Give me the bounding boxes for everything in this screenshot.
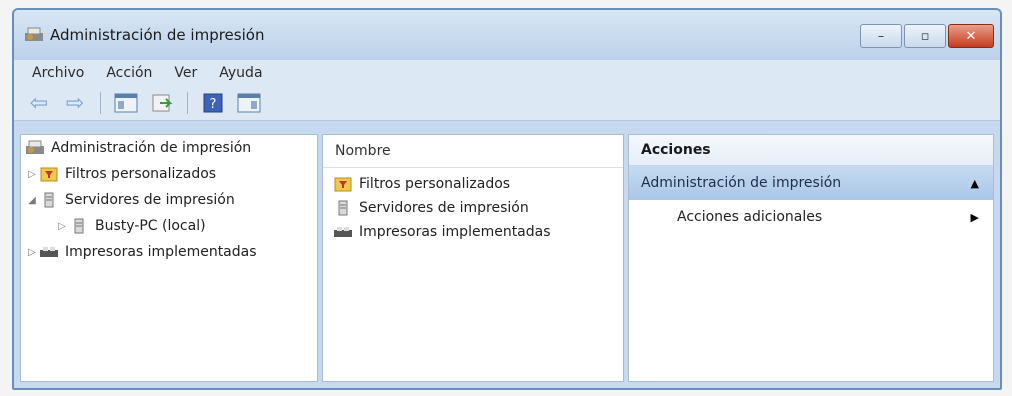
help-icon: ? bbox=[203, 93, 223, 113]
tree-root-label: Administración de impresión bbox=[51, 140, 252, 156]
filter-folder-icon bbox=[334, 177, 352, 192]
show-hide-console-tree-icon bbox=[114, 93, 138, 113]
list-item[interactable]: Servidores de impresión bbox=[323, 196, 623, 220]
more-actions-item[interactable]: Acciones adicionales ▶ bbox=[629, 200, 993, 234]
print-management-icon bbox=[25, 27, 43, 41]
show-hide-action-pane-button[interactable] bbox=[234, 90, 264, 116]
expand-icon[interactable]: ▷ bbox=[55, 221, 69, 232]
column-header-nombre[interactable]: Nombre bbox=[323, 135, 623, 168]
printers-icon bbox=[40, 247, 58, 257]
actions-section-label: Administración de impresión bbox=[641, 175, 842, 191]
minimize-button[interactable]: – bbox=[860, 24, 902, 48]
tree-item-label: Filtros personalizados bbox=[65, 166, 217, 182]
collapse-section-icon[interactable]: ▲ bbox=[971, 177, 979, 190]
tree-item-impresoras[interactable]: ▷ Impresoras implementadas bbox=[21, 239, 317, 265]
forward-arrow-icon: ⇨ bbox=[65, 90, 85, 116]
export-list-button[interactable] bbox=[147, 90, 177, 116]
submenu-arrow-icon: ▶ bbox=[970, 210, 979, 224]
server-icon bbox=[44, 192, 54, 208]
show-hide-action-pane-icon bbox=[237, 93, 261, 113]
toolbar-separator bbox=[187, 92, 188, 114]
server-icon bbox=[74, 218, 84, 234]
results-list: Nombre Filtros personalizados Servidores… bbox=[322, 134, 624, 382]
title-bar[interactable]: Administración de impresión – ▫ ✕ bbox=[14, 10, 1000, 60]
actions-section-print-management[interactable]: Administración de impresión ▲ bbox=[629, 166, 993, 200]
collapse-icon[interactable]: ◢ bbox=[25, 195, 39, 206]
menu-ayuda[interactable]: Ayuda bbox=[219, 65, 262, 81]
app-window: Administración de impresión – ▫ ✕ Archiv… bbox=[12, 8, 1002, 390]
window-controls: – ▫ ✕ bbox=[860, 24, 994, 48]
list-item-label: Filtros personalizados bbox=[359, 176, 511, 192]
printers-icon bbox=[334, 227, 352, 237]
expand-icon[interactable]: ▷ bbox=[25, 247, 39, 258]
server-icon bbox=[338, 200, 348, 216]
list-item-label: Servidores de impresión bbox=[359, 200, 529, 216]
toolbar-separator bbox=[100, 92, 101, 114]
menu-archivo[interactable]: Archivo bbox=[32, 65, 84, 81]
content-panes: Administración de impresión ▷ Filtros pe… bbox=[20, 134, 994, 382]
export-list-icon bbox=[152, 94, 173, 112]
tree-item-busty-pc[interactable]: ▷ Busty-PC (local) bbox=[21, 213, 317, 239]
forward-button[interactable]: ⇨ bbox=[60, 90, 90, 116]
print-management-icon bbox=[26, 140, 44, 154]
list-item[interactable]: Impresoras implementadas bbox=[323, 220, 623, 244]
show-hide-console-tree-button[interactable] bbox=[111, 90, 141, 116]
back-arrow-icon: ⇦ bbox=[29, 90, 49, 116]
console-tree: Administración de impresión ▷ Filtros pe… bbox=[20, 134, 318, 382]
list-item-label: Impresoras implementadas bbox=[359, 224, 551, 240]
back-button[interactable]: ⇦ bbox=[24, 90, 54, 116]
tree-item-label: Busty-PC (local) bbox=[95, 218, 206, 234]
actions-header: Acciones bbox=[629, 135, 993, 166]
menu-ver[interactable]: Ver bbox=[174, 65, 197, 81]
window-title: Administración de impresión bbox=[50, 26, 265, 44]
close-button[interactable]: ✕ bbox=[948, 24, 994, 48]
more-actions-label: Acciones adicionales bbox=[677, 209, 823, 225]
menu-bar: Archivo Acción Ver Ayuda bbox=[14, 60, 1000, 86]
restore-button[interactable]: ▫ bbox=[904, 24, 946, 48]
actions-pane: Acciones Administración de impresión ▲ A… bbox=[628, 134, 994, 382]
tree-item-label: Impresoras implementadas bbox=[65, 244, 257, 260]
tree-root[interactable]: Administración de impresión bbox=[21, 135, 317, 161]
expand-icon[interactable]: ▷ bbox=[25, 169, 39, 180]
menu-accion[interactable]: Acción bbox=[106, 65, 152, 81]
svg-text:?: ? bbox=[210, 97, 217, 112]
tree-item-filtros[interactable]: ▷ Filtros personalizados bbox=[21, 161, 317, 187]
list-item[interactable]: Filtros personalizados bbox=[323, 172, 623, 196]
tree-item-servidores[interactable]: ◢ Servidores de impresión bbox=[21, 187, 317, 213]
toolbar: ⇦ ⇨ ? bbox=[14, 86, 1000, 121]
help-button[interactable]: ? bbox=[198, 90, 228, 116]
tree-item-label: Servidores de impresión bbox=[65, 192, 235, 208]
filter-folder-icon bbox=[40, 167, 58, 182]
